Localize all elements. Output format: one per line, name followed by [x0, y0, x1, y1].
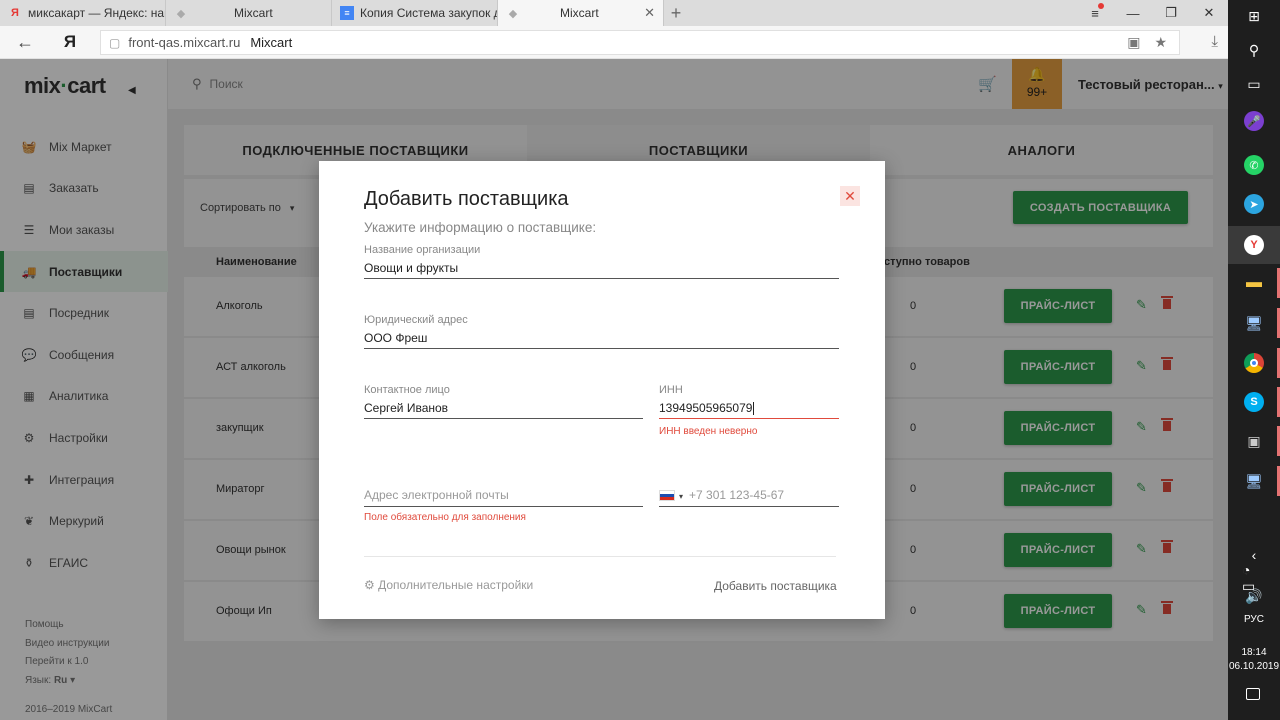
email-error: Поле обязательно для заполнения	[364, 512, 526, 523]
field-underline	[364, 278, 839, 279]
url-field[interactable]: ▢ front-qas.mixcart.ru Mixcart ▣ ★	[100, 30, 1180, 55]
media-app-icon[interactable]: ▣	[1242, 429, 1266, 453]
field-underline	[364, 348, 839, 349]
tab-close-icon[interactable]: ✕	[644, 5, 655, 21]
window-controls: ≡ — ❐ ✕	[1076, 0, 1228, 26]
new-tab-icon[interactable]: +	[664, 0, 688, 26]
legal-address-field[interactable]: Юридический адрес ООО Фреш	[364, 314, 839, 350]
browser-tab-bar: Я миксакарт — Яндекс: нашло ◆ Mixcart ≡ …	[0, 0, 1228, 26]
back-arrow-icon[interactable]: ←	[0, 32, 50, 53]
tab-title: Копия Система закупок для	[360, 6, 497, 20]
org-name-label: Название организации	[364, 244, 481, 256]
mixcart-favicon-icon: ◆	[176, 7, 186, 20]
whatsapp-icon[interactable]: ✆	[1242, 153, 1266, 177]
yandex-logo-icon[interactable]: Я	[50, 32, 90, 52]
clock[interactable]: 18:14 06.10.2019	[1228, 646, 1280, 674]
gear-icon: ⚙	[364, 578, 375, 592]
telegram-icon[interactable]: ➤	[1242, 192, 1266, 216]
cortana-mic-icon[interactable]: 🎤	[1242, 109, 1266, 133]
reader-mode-icon[interactable]: ▣	[1127, 34, 1140, 51]
page-icon: ▢	[109, 35, 121, 50]
address-bar: ← Я ▢ front-qas.mixcart.ru Mixcart ▣ ★ ⤓	[0, 26, 1228, 59]
browser-tab-mixcart-active[interactable]: ◆ Mixcart ✕	[498, 0, 664, 26]
inn-field[interactable]: ИНН 13949505965079 ИНН введен неверно	[659, 384, 839, 437]
inn-value-wrap: 13949505965079	[659, 398, 839, 416]
email-placeholder: Адрес электронной почты	[364, 488, 509, 502]
advanced-settings-label: Дополнительные настройки	[378, 578, 534, 592]
contact-person-label: Контактное лицо	[364, 384, 450, 396]
email-field[interactable]: Адрес электронной почты Поле обязательно…	[364, 488, 643, 526]
contact-person-value: Сергей Иванов	[364, 401, 449, 415]
chevron-down-icon[interactable]: ▾	[679, 492, 683, 501]
google-docs-icon: ≡	[340, 6, 354, 20]
yandex-browser-icon[interactable]: Y	[1242, 233, 1266, 257]
action-center-icon[interactable]	[1246, 688, 1260, 700]
inn-label: ИНН	[659, 384, 683, 396]
close-window-icon[interactable]: ✕	[1190, 5, 1228, 21]
keyboard-language[interactable]: РУС	[1228, 614, 1280, 625]
tab-title: Mixcart	[560, 6, 599, 20]
add-supplier-modal: Добавить поставщика ✕ Укажите информацию…	[319, 161, 885, 619]
inn-error: ИНН введен неверно	[659, 426, 758, 437]
clock-date: 06.10.2019	[1228, 661, 1280, 672]
restore-icon[interactable]: ❐	[1152, 5, 1190, 21]
chrome-icon[interactable]	[1242, 351, 1266, 375]
url-host: front-qas.mixcart.ru	[128, 35, 241, 50]
phone-field[interactable]: ▾ +7 301 123-45-67	[659, 488, 839, 508]
org-name-field[interactable]: Название организации Овощи и фрукты	[364, 244, 839, 280]
windows-taskbar: ⊞ ⚲ ▭ 🎤 ✆ ➤ Y ▬ 🖥 S ▣ 🖥 ‹ ◔ ▭ 🔊 РУС 18:1…	[1228, 0, 1280, 720]
remote-desktop-icon[interactable]: 🖥	[1242, 311, 1266, 335]
modal-title: Добавить поставщика	[364, 188, 569, 210]
field-underline-error	[659, 418, 839, 419]
url-page-title: Mixcart	[250, 35, 293, 50]
clock-time: 18:14	[1241, 647, 1267, 658]
advanced-settings-toggle[interactable]: ⚙ Дополнительные настройки	[364, 578, 533, 592]
field-underline	[659, 506, 839, 507]
field-underline	[364, 418, 643, 419]
field-underline	[364, 506, 643, 507]
mixcart-favicon-icon: ◆	[508, 7, 518, 20]
task-view-icon[interactable]: ▭	[1242, 72, 1266, 96]
windows-start-icon[interactable]: ⊞	[1242, 4, 1266, 28]
browser-tab-docs[interactable]: ≡ Копия Система закупок для	[332, 0, 498, 26]
browser-tab-search[interactable]: Я миксакарт — Яндекс: нашло	[0, 0, 166, 26]
browser-menu-icon[interactable]: ≡	[1076, 2, 1114, 21]
browser-tab-mixcart-1[interactable]: ◆ Mixcart	[166, 0, 332, 26]
legal-address-label: Юридический адрес	[364, 314, 468, 326]
yandex-icon: Я	[11, 7, 19, 19]
modal-divider	[364, 556, 836, 557]
search-icon[interactable]: ⚲	[1242, 38, 1266, 62]
minimize-icon[interactable]: —	[1114, 6, 1152, 21]
phone-input-wrap: ▾ +7 301 123-45-67	[659, 488, 839, 506]
inn-value: 13949505965079	[659, 401, 753, 415]
add-supplier-button[interactable]: Добавить поставщика	[714, 579, 837, 593]
org-name-value: Овощи и фрукты	[364, 261, 459, 275]
tab-title: миксакарт — Яндекс: нашло	[28, 6, 165, 20]
phone-placeholder: +7 301 123-45-67	[689, 488, 785, 502]
download-icon[interactable]: ⤓	[1211, 33, 1218, 50]
close-icon[interactable]: ✕	[840, 186, 860, 206]
russia-flag-icon[interactable]	[659, 490, 675, 502]
text-caret	[753, 402, 755, 416]
tab-title: Mixcart	[234, 6, 273, 20]
legal-address-value: ООО Фреш	[364, 331, 428, 345]
skype-icon[interactable]: S	[1242, 390, 1266, 414]
bookmark-star-icon[interactable]: ★	[1154, 34, 1167, 51]
desktop-app-icon[interactable]: 🖥	[1242, 469, 1266, 493]
file-explorer-icon[interactable]: ▬	[1242, 271, 1266, 295]
contact-person-field[interactable]: Контактное лицо Сергей Иванов	[364, 384, 643, 420]
modal-subtitle: Укажите информацию о поставщике:	[364, 220, 597, 235]
volume-icon[interactable]: 🔊	[1242, 584, 1266, 608]
